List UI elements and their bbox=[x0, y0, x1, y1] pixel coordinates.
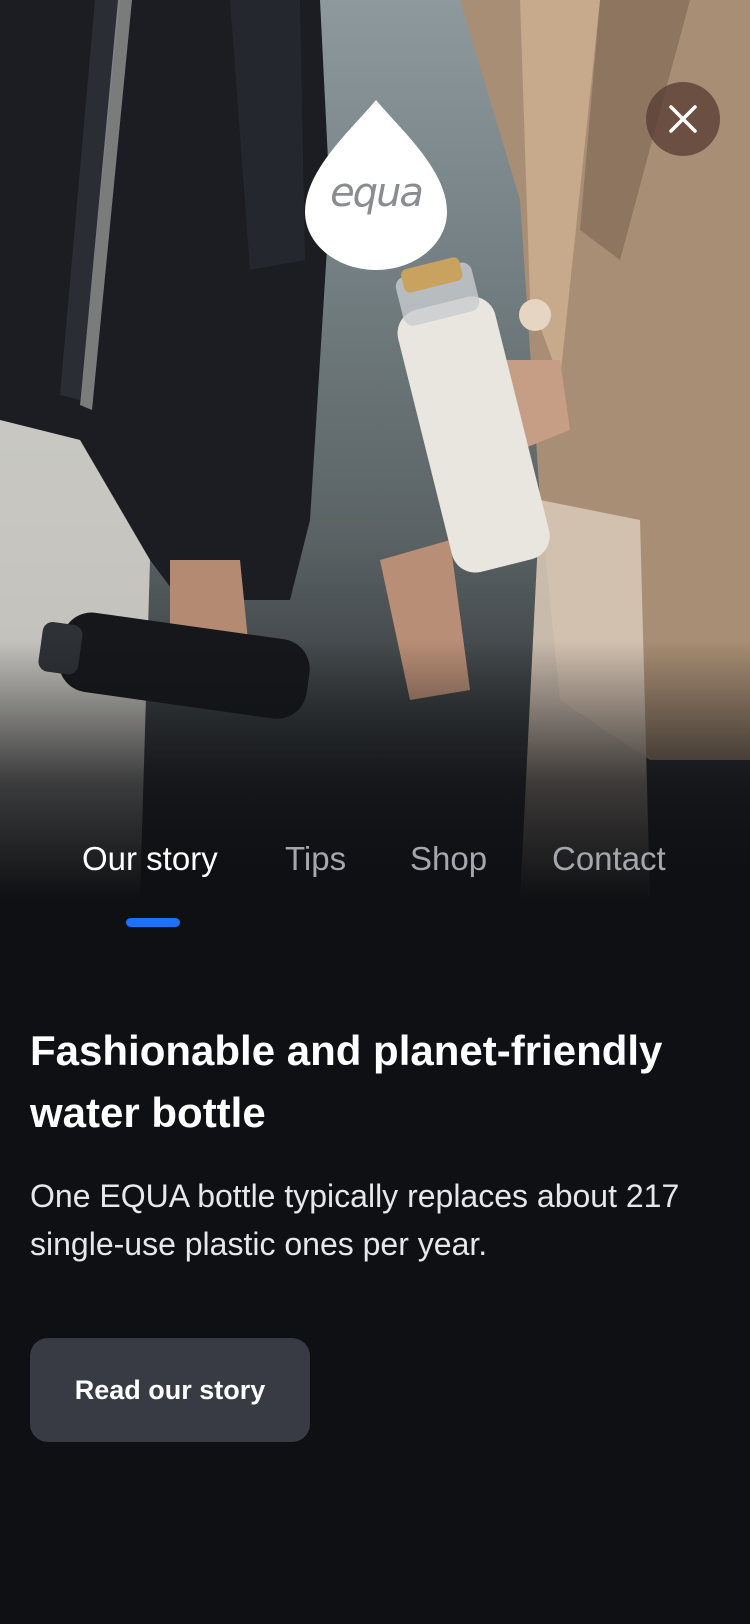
app-screen: equa Our story Tips Shop Contact Fashion… bbox=[0, 0, 750, 1624]
close-button[interactable] bbox=[646, 82, 720, 156]
tab-shop[interactable]: Shop bbox=[410, 840, 487, 878]
page-title: Fashionable and planet-friendly water bo… bbox=[30, 1027, 663, 1136]
close-icon bbox=[669, 105, 697, 133]
tab-our-story[interactable]: Our story bbox=[82, 840, 218, 878]
logo-wordmark: equa bbox=[330, 170, 424, 216]
equa-logo: equa bbox=[305, 100, 447, 270]
active-tab-indicator bbox=[126, 918, 180, 927]
description-text: One EQUA bottle typically replaces about… bbox=[30, 1178, 680, 1262]
tab-tips[interactable]: Tips bbox=[285, 840, 346, 878]
tab-contact[interactable]: Contact bbox=[552, 840, 666, 878]
tab-bar: Our story Tips Shop Contact bbox=[0, 840, 750, 930]
read-our-story-button[interactable]: Read our story bbox=[30, 1338, 310, 1442]
